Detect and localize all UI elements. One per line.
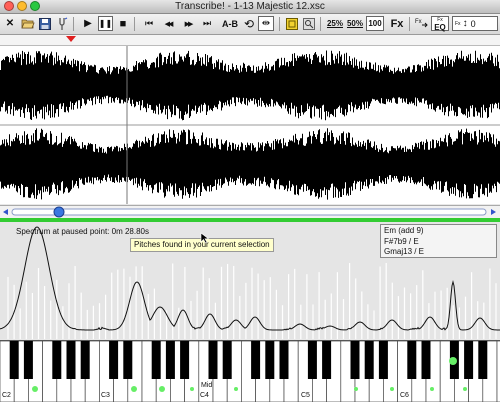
waveform-display[interactable] — [0, 46, 500, 204]
black-key[interactable] — [66, 341, 76, 379]
octave-label-c5: C5 — [301, 392, 310, 399]
black-key[interactable] — [478, 341, 488, 379]
note-dot — [430, 387, 434, 391]
split-icon[interactable]: ⇹ — [258, 16, 274, 31]
pitch-shift-field[interactable]: Fx ↕ 0 — [452, 16, 498, 31]
black-key[interactable] — [222, 341, 232, 379]
black-key[interactable] — [9, 341, 19, 379]
scroll-left-arrow-icon[interactable] — [3, 209, 8, 215]
octave-label-c6: C6 — [400, 392, 409, 399]
horizontal-scrollbar[interactable] — [0, 205, 500, 218]
title-bar: Transcribe! - 1-13 Majestic 12.xsc — [0, 0, 500, 14]
note-dot — [131, 386, 137, 392]
note-dot — [234, 387, 238, 391]
svg-text:Fx: Fx — [415, 19, 422, 25]
note-dot — [190, 387, 194, 391]
speed-25-button[interactable]: 25% — [326, 16, 344, 31]
black-key[interactable] — [421, 341, 431, 379]
open-folder-icon[interactable] — [20, 16, 36, 31]
black-key[interactable] — [407, 341, 417, 379]
skip-start-icon[interactable]: ⏮ — [142, 16, 156, 31]
fast-forward-icon[interactable]: ▶▶ — [180, 16, 196, 31]
black-key[interactable] — [265, 341, 275, 379]
black-key[interactable] — [151, 341, 161, 379]
chord-item[interactable]: Gmaj13 / E — [384, 247, 493, 258]
black-key[interactable] — [464, 341, 474, 379]
note-dot — [449, 357, 457, 365]
black-key[interactable] — [279, 341, 289, 379]
black-key[interactable] — [364, 341, 374, 379]
toolbar: ✕ ▶ ❚❚ ■ ⏮ ◀◀ ▶▶ ⏭ A-B ⟲ ⇹ 25% 50% 100 F… — [0, 14, 500, 35]
fx-pitch-icon[interactable]: Fx — [414, 16, 428, 31]
spectrum-label: Spectrum at paused point: 0m 28.80s — [16, 227, 149, 236]
scroll-track[interactable] — [11, 208, 487, 216]
chord-item[interactable]: Em (add 9) — [384, 226, 493, 237]
fx-button[interactable]: Fx — [389, 16, 405, 31]
note-dot — [159, 386, 165, 392]
octave-label-c3: C3 — [101, 392, 110, 399]
save-icon[interactable] — [38, 16, 52, 31]
octave-label-c2: C2 — [2, 392, 11, 399]
piano-keyboard[interactable]: C2 C3 C4 C5 C6 — [0, 340, 500, 402]
yellow-marker-icon[interactable] — [285, 16, 299, 31]
spectrum-bars — [7, 263, 497, 339]
black-key[interactable] — [123, 341, 133, 379]
black-key[interactable] — [80, 341, 90, 379]
black-key[interactable] — [23, 341, 33, 379]
mouse-cursor-icon — [200, 232, 210, 244]
black-key[interactable] — [52, 341, 62, 379]
black-key[interactable] — [180, 341, 190, 379]
speed-100-button[interactable]: 100 — [366, 16, 384, 31]
chord-item[interactable]: F#7b9 / E — [384, 237, 493, 248]
zoom-icon[interactable] — [302, 16, 316, 31]
close-doc-icon[interactable]: ✕ — [3, 16, 17, 31]
pitch-shift-value: 0 — [470, 18, 476, 29]
ab-loop-button[interactable]: A-B — [220, 16, 240, 31]
note-dot — [463, 387, 467, 391]
scroll-thumb[interactable] — [53, 206, 65, 218]
black-key[interactable] — [307, 341, 317, 379]
time-ruler[interactable] — [0, 35, 500, 46]
black-key[interactable] — [322, 341, 332, 379]
window-title: Transcribe! - 1-13 Majestic 12.xsc — [175, 1, 325, 12]
black-key[interactable] — [378, 341, 388, 379]
note-dot — [354, 387, 358, 391]
fx-eq-button[interactable]: Fx EQ — [431, 16, 449, 31]
loop-icon[interactable]: ⟲ — [242, 16, 256, 31]
note-dot — [390, 387, 394, 391]
note-dot — [32, 386, 38, 392]
middle-c-label: Mid — [201, 382, 213, 389]
skip-end-icon[interactable]: ⏭ — [200, 16, 214, 31]
stop-icon[interactable]: ■ — [117, 16, 129, 31]
black-key[interactable] — [165, 341, 175, 379]
pause-icon[interactable]: ❚❚ — [98, 16, 113, 31]
rewind-icon[interactable]: ◀◀ — [160, 16, 176, 31]
black-key[interactable] — [350, 341, 360, 379]
speed-50-button[interactable]: 50% — [346, 16, 364, 31]
playhead-marker[interactable] — [66, 36, 76, 42]
chord-list: Em (add 9) F#7b9 / E Gmaj13 / E — [380, 224, 497, 258]
fx-eq-label: EQ — [434, 22, 446, 32]
black-key[interactable] — [109, 341, 119, 379]
updown-arrow-icon: ↕ — [462, 18, 468, 29]
octave-label-c4: C4 — [200, 392, 209, 399]
pitch-fx-label: Fx — [455, 20, 461, 27]
scroll-right-arrow-icon[interactable] — [491, 209, 496, 215]
play-icon[interactable]: ▶ — [82, 16, 94, 31]
black-key[interactable] — [208, 341, 218, 379]
black-key[interactable] — [251, 341, 261, 379]
tuning-fork-icon[interactable] — [55, 16, 69, 31]
